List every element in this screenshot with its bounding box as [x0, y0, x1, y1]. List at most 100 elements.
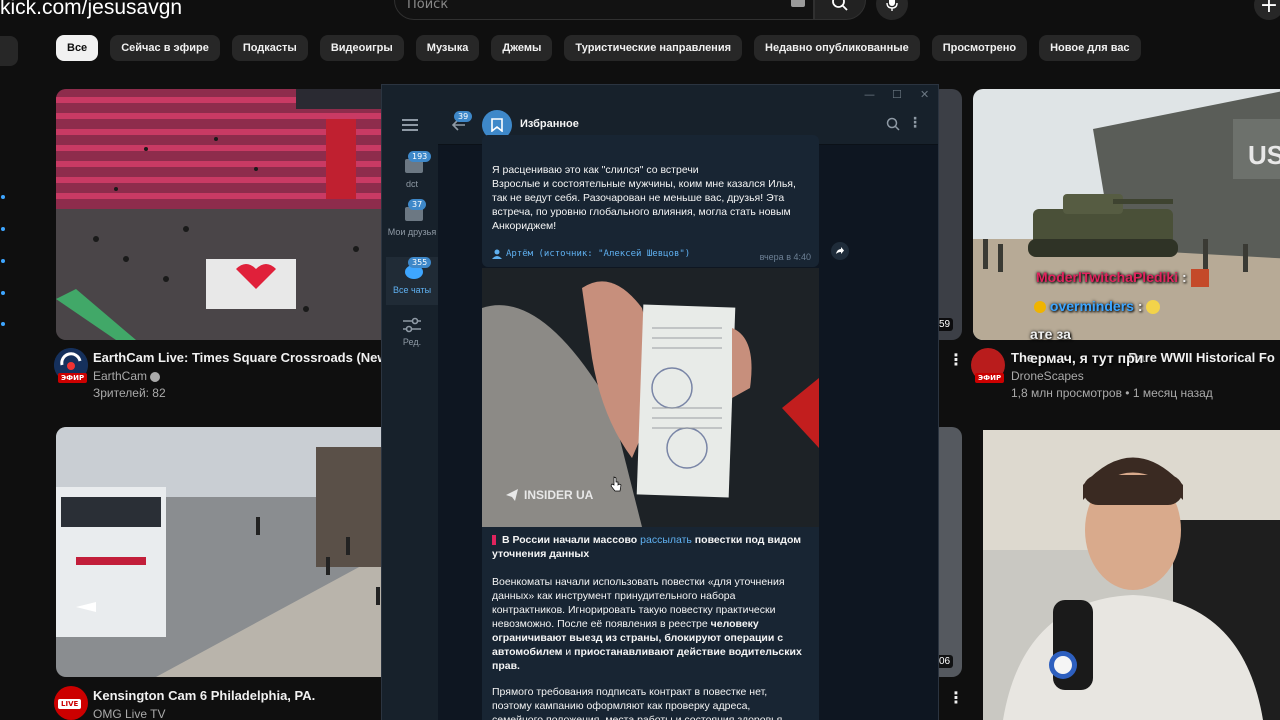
- tg-message-area: Я расцениваю это как "слился" со встречи…: [438, 135, 938, 720]
- channel-name[interactable]: OMG Live TV: [93, 707, 165, 720]
- forward-button[interactable]: [831, 242, 849, 260]
- emote-icon: [1146, 300, 1161, 315]
- unread-badge: 39: [454, 111, 473, 122]
- guide-dot: [1, 322, 5, 326]
- live-badge: ЭФИР: [975, 373, 1005, 383]
- sliders-icon: [403, 317, 421, 333]
- chip-recent[interactable]: Недавно опубликованные: [754, 35, 920, 61]
- verified-icon: [150, 371, 161, 382]
- chip-watched[interactable]: Просмотрено: [931, 35, 1028, 61]
- yt-mic-button[interactable]: [876, 0, 908, 20]
- channel-name-text: EarthCam: [93, 369, 148, 383]
- guide-dot: [1, 227, 5, 231]
- video-stats: Зрителей: 82: [93, 386, 166, 400]
- chip-live[interactable]: Сейчас в эфире: [110, 35, 220, 61]
- yt-search-input[interactable]: Поиск: [394, 0, 814, 20]
- tg-folder-dct[interactable]: 193 dct: [386, 151, 438, 199]
- webcam-feed: [983, 430, 1280, 720]
- chat-message: ModerlTwitchaPlediki :: [1036, 269, 1209, 288]
- stream-url-overlay: kick.com/jesusavgn: [0, 0, 183, 19]
- unread-badge: 37: [408, 199, 427, 210]
- chat-username: ModerlTwitchaPlediki: [1036, 269, 1179, 285]
- message-paragraph: Прямого требования подписать контракт в …: [492, 686, 786, 720]
- message-bubble[interactable]: В России начали массово рассылать повест…: [482, 527, 819, 720]
- video-title[interactable]: EarthCam Live: Times Square Crossroads (…: [93, 350, 407, 365]
- guide-dot: [1, 259, 5, 263]
- chip-jams[interactable]: Джемы: [491, 35, 553, 61]
- message-headline: В России начали массово рассылать повест…: [492, 533, 804, 561]
- video-thumbnail-times-square[interactable]: [56, 89, 396, 340]
- message-signature: Артём (источник: "Алексей Шевцов"): [506, 249, 691, 259]
- forward-icon: [836, 247, 844, 254]
- guide-dot: [1, 195, 5, 199]
- streamer-webcam-image: [983, 430, 1280, 720]
- chip-new[interactable]: Новое для вас: [1039, 35, 1141, 61]
- message-text: Я расцениваю это как "слился" со встречи…: [492, 164, 796, 232]
- chat-message: overminders :: [1034, 298, 1161, 315]
- maximize-button[interactable]: ☐: [892, 88, 902, 101]
- chat-username: overminders: [1049, 298, 1134, 314]
- folder-label: Ред.: [402, 337, 422, 347]
- telegram-window: — ☐ ✕ 193 dct 37 Мои друзья 355 Все чаты…: [381, 84, 939, 720]
- yt-guide-fragment[interactable]: [0, 36, 18, 66]
- mouse-cursor-icon: [610, 476, 622, 492]
- headline-link[interactable]: рассылать: [640, 534, 692, 546]
- more-options-icon[interactable]: ⋮: [948, 350, 964, 369]
- paragraph-text: и: [562, 646, 575, 658]
- video-title[interactable]: Kensington Cam 6 Philadelphia, PA.: [93, 688, 315, 703]
- tg-titlebar: — ☐ ✕: [382, 85, 938, 105]
- folder-label: Мои друзья: [387, 227, 437, 237]
- emote-icon: [1190, 269, 1209, 288]
- chip-all[interactable]: Все: [56, 35, 99, 61]
- chip-podcasts[interactable]: Подкасты: [231, 35, 308, 61]
- message-photo[interactable]: INSIDER UA: [482, 268, 819, 527]
- guide-dot: [1, 291, 5, 295]
- hamburger-menu-icon[interactable]: [402, 119, 418, 131]
- yt-search-button[interactable]: [814, 0, 866, 20]
- video-thumbnail-kensington[interactable]: [56, 427, 396, 677]
- yt-filter-chips: Все Сейчас в эфире Подкасты Видеоигры Му…: [56, 35, 1141, 61]
- video-title-suffix: Rare WWII Historical Fo: [1128, 350, 1275, 365]
- telegram-icon: [506, 489, 518, 501]
- message-bubble[interactable]: Я расцениваю это как "слился" со встречи…: [482, 135, 819, 267]
- search-icon: [832, 0, 848, 11]
- photo-watermark: INSIDER UA: [524, 488, 594, 502]
- close-button[interactable]: ✕: [920, 88, 929, 101]
- minimize-button[interactable]: —: [864, 88, 875, 101]
- message-paragraph: Военкоматы начали использовать повестки …: [492, 575, 804, 673]
- user-icon: [492, 249, 502, 259]
- folder-label: dct: [405, 179, 418, 189]
- search-icon[interactable]: [886, 117, 900, 131]
- tg-folder-all-chats[interactable]: 355 Все чаты: [386, 257, 438, 305]
- chat-separator: :: [1182, 269, 1187, 285]
- microphone-icon: [886, 0, 898, 11]
- tg-folder-edit[interactable]: Ред.: [386, 313, 438, 361]
- keyboard-icon[interactable]: [791, 0, 805, 7]
- more-options-icon[interactable]: ⋮: [948, 688, 964, 707]
- chat-message-text: ермач, я тут при: [1030, 350, 1144, 366]
- exclamation-icon: [492, 535, 496, 546]
- chip-music[interactable]: Музыка: [415, 35, 480, 61]
- badge-icon: [1034, 301, 1046, 314]
- yt-create-button[interactable]: +: [1254, 0, 1280, 20]
- chat-title[interactable]: Избранное: [520, 118, 579, 130]
- svg-text:US: US: [1248, 140, 1280, 170]
- screen: Поиск + Все Сейчас в эфире Подкасты Виде…: [0, 0, 1280, 720]
- channel-name[interactable]: DroneScapes: [1011, 369, 1084, 383]
- chip-gaming[interactable]: Видеоигры: [319, 35, 404, 61]
- chat-message-text: ате за: [1030, 326, 1071, 342]
- bookmark-icon: [491, 118, 503, 132]
- message-time: вчера в 4:40: [759, 252, 811, 262]
- tg-folder-friends[interactable]: 37 Мои друзья: [386, 199, 438, 255]
- channel-name[interactable]: EarthCam: [93, 369, 161, 383]
- chip-travel[interactable]: Туристические направления: [564, 35, 743, 61]
- unread-badge: 193: [408, 151, 432, 162]
- folder-label: Все чаты: [392, 285, 432, 295]
- live-badge: LIVE: [58, 699, 82, 709]
- unread-badge: 355: [408, 257, 432, 268]
- tg-folder-sidebar: 193 dct 37 Мои друзья 355 Все чаты Ред.: [382, 105, 438, 720]
- live-badge: ЭФИР: [58, 373, 88, 383]
- more-menu-icon[interactable]: ⋮: [908, 115, 922, 131]
- yt-search-placeholder: Поиск: [407, 0, 449, 12]
- headline-text: В России начали массово: [502, 534, 641, 546]
